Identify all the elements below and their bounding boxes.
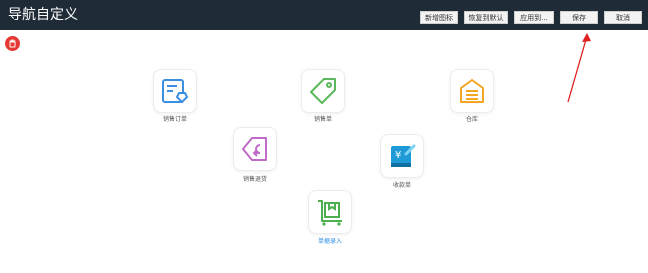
save-button[interactable]: 保存 <box>560 11 598 24</box>
return-tag-icon <box>242 137 267 161</box>
delete-icon[interactable] <box>5 36 20 51</box>
tag-icon <box>310 78 336 104</box>
tile-document-entry[interactable] <box>309 191 351 233</box>
apply-to-button[interactable]: 应用到... <box>514 11 554 24</box>
restore-default-button[interactable]: 恢复到默认 <box>464 11 508 24</box>
payment-icon: ¥ <box>391 144 416 167</box>
document-entry-icon <box>318 200 342 226</box>
tile-label: 销售单 <box>313 116 332 123</box>
top-bar: 导航自定义 新增图标 恢复到默认 应用到... 保存 取消 <box>0 0 648 30</box>
tile-payment[interactable]: ¥ <box>381 135 423 177</box>
tile-label: 仓库 <box>465 116 478 123</box>
annotation-arrow <box>567 33 591 103</box>
tile-label: 单据录入 <box>317 238 342 245</box>
warehouse-icon <box>460 79 484 103</box>
tile-warehouse[interactable] <box>451 70 493 112</box>
cancel-button[interactable]: 取消 <box>604 11 642 24</box>
tile-label: 收款单 <box>392 182 411 189</box>
sales-order-icon <box>162 79 189 104</box>
svg-text:¥: ¥ <box>395 150 401 161</box>
page-title: 导航自定义 <box>8 7 78 23</box>
tile-sales-order[interactable] <box>154 70 196 112</box>
tile-sales[interactable] <box>302 70 344 112</box>
tile-label: 销售订单 <box>162 116 187 123</box>
new-icon-button[interactable]: 新增图标 <box>420 11 458 24</box>
tile-sales-return[interactable] <box>234 128 276 170</box>
tile-label: 销售退货 <box>242 176 267 183</box>
